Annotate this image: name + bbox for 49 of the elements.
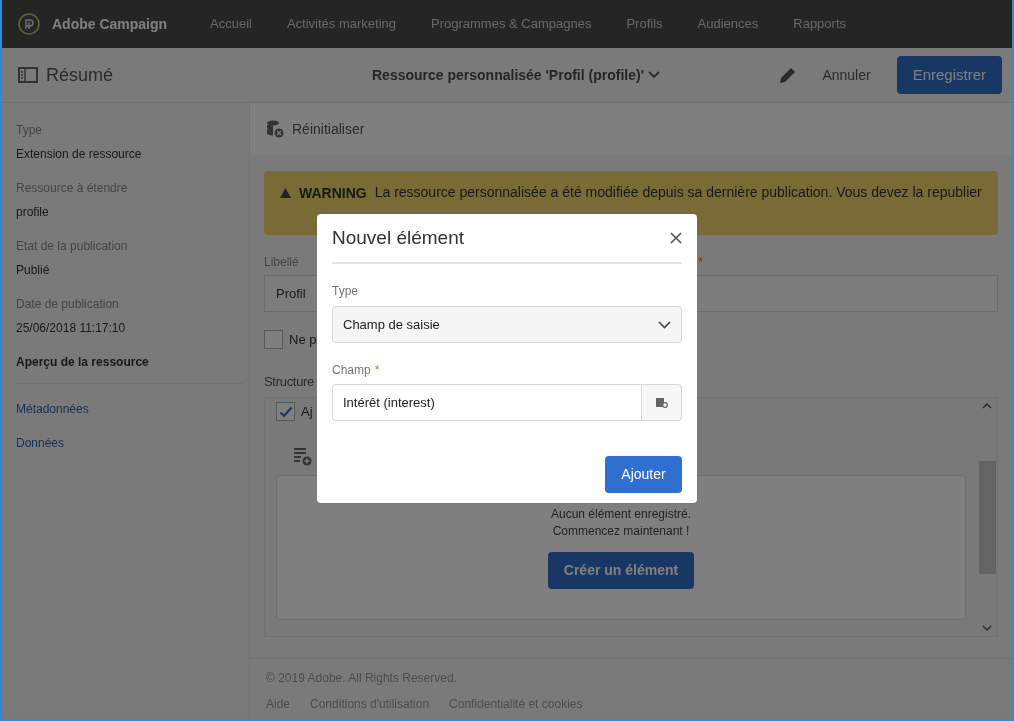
browse-button[interactable] bbox=[641, 384, 682, 421]
field-input[interactable]: Intérêt (interest) bbox=[332, 384, 641, 421]
section-heading: Aperçu de la ressource bbox=[16, 353, 243, 384]
empty-message: Commencez maintenant ! bbox=[552, 522, 690, 540]
section-title: Structure bbox=[264, 372, 315, 391]
warning-icon bbox=[280, 188, 291, 198]
field-value: 25/06/2018 11:17:10 bbox=[16, 320, 127, 337]
nav-link[interactable]: Accueil bbox=[210, 14, 252, 34]
field-value: Extension de ressource bbox=[16, 146, 143, 163]
nav-link[interactable]: Activités marketing bbox=[286, 14, 396, 34]
checkbox-label: Aj bbox=[301, 403, 313, 421]
nav-link[interactable]: Audiences bbox=[697, 14, 759, 34]
panel-title: Résumé bbox=[46, 63, 114, 87]
field-value: Publié bbox=[16, 262, 51, 279]
sidebar-link[interactable]: Données bbox=[16, 434, 249, 452]
chevron-down-icon bbox=[647, 71, 660, 79]
field-label: Type bbox=[332, 283, 359, 300]
nav-link[interactable]: Rapports bbox=[793, 14, 846, 34]
empty-message: Aucun élément enregistré. bbox=[550, 505, 692, 523]
scroll-up-icon[interactable] bbox=[982, 402, 992, 409]
field-value: profile bbox=[16, 204, 50, 221]
dialog-title: Nouvel élément bbox=[332, 225, 465, 250]
sidebar-panel-icon bbox=[18, 67, 38, 83]
nav-link[interactable]: Programmes & Campagnes bbox=[431, 14, 592, 34]
database-reset-icon bbox=[266, 120, 284, 138]
close-icon[interactable] bbox=[670, 232, 682, 244]
sidebar-link[interactable]: Métadonnées bbox=[16, 400, 249, 418]
reset-button[interactable]: Réinitialiser bbox=[266, 118, 365, 140]
required-mark: * bbox=[374, 362, 380, 379]
chevron-down-icon bbox=[658, 320, 671, 329]
add-button[interactable]: Ajouter bbox=[605, 456, 682, 493]
required-mark: * bbox=[698, 254, 703, 271]
warning-text: La ressource personnalisée a été modifiée depuis sa dernière publication. Vous devez la republier bbox=[374, 183, 982, 201]
save-button[interactable]: Enregistrer bbox=[896, 56, 1002, 94]
browse-icon bbox=[655, 397, 668, 408]
warning-label: WARNING bbox=[299, 184, 367, 203]
resource-title-dropdown[interactable]: Ressource personnalisée 'Profil (profile)' bbox=[372, 64, 660, 86]
logo-icon bbox=[18, 13, 40, 35]
type-select[interactable]: Champ de saisie bbox=[332, 306, 682, 343]
scroll-down-icon[interactable] bbox=[982, 625, 992, 632]
nav-link[interactable]: Profils bbox=[626, 14, 663, 34]
checkbox[interactable] bbox=[276, 402, 295, 422]
create-element-button[interactable]: Créer un élément bbox=[547, 551, 695, 589]
cancel-button[interactable]: Annuler bbox=[822, 64, 871, 86]
checkbox-label: Ne p bbox=[289, 331, 317, 349]
checkbox[interactable] bbox=[264, 330, 283, 350]
add-list-icon[interactable] bbox=[292, 445, 312, 466]
brand-name: Adobe Campaign bbox=[52, 14, 168, 34]
field-label: Champ bbox=[332, 362, 371, 379]
